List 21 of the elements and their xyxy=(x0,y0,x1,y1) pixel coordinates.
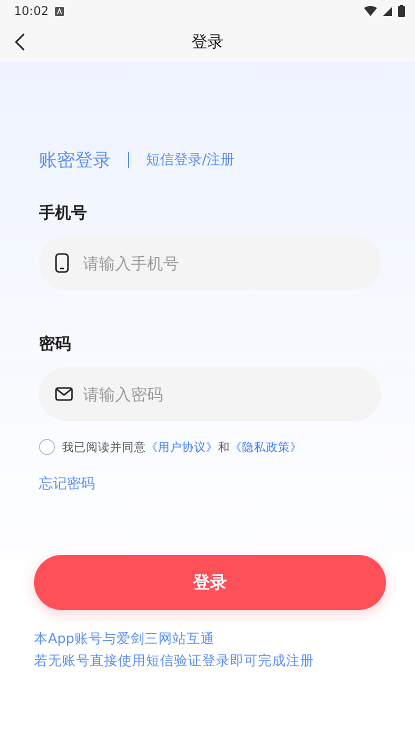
wifi-icon xyxy=(364,6,377,16)
field-label: 手机号 xyxy=(39,203,88,224)
input-field[interactable]: 请输入密码 xyxy=(39,367,381,421)
login-tab[interactable]: 短信登录/注册 xyxy=(146,151,235,169)
agree-checkbox[interactable] xyxy=(39,439,55,455)
agreement-link[interactable]: 《用户协议》 xyxy=(146,440,218,454)
login-tab[interactable]: 账密登录 xyxy=(39,148,111,172)
input-field[interactable]: 请输入手机号 xyxy=(39,236,381,290)
agreement-link[interactable]: 《隐私政策》 xyxy=(230,440,302,454)
back-icon[interactable] xyxy=(14,33,26,51)
status-time: 10:02 xyxy=(14,4,49,18)
field-label: 密码 xyxy=(39,334,72,355)
battery-icon xyxy=(398,5,405,17)
info-note: 本App账号与爱剑三网站互通 xyxy=(34,630,216,649)
page-title: 登录 xyxy=(192,32,224,52)
agreement-text: 我已阅读并同意《用户协议》和《隐私政策》 xyxy=(62,440,302,454)
signal-icon xyxy=(383,6,392,16)
forgot-password-link[interactable]: 忘记密码 xyxy=(39,475,95,493)
login-button[interactable]: 登录 xyxy=(34,555,386,610)
notification-icon xyxy=(54,6,64,16)
info-note: 若无账号直接使用短信验证登录即可完成注册 xyxy=(34,652,315,671)
